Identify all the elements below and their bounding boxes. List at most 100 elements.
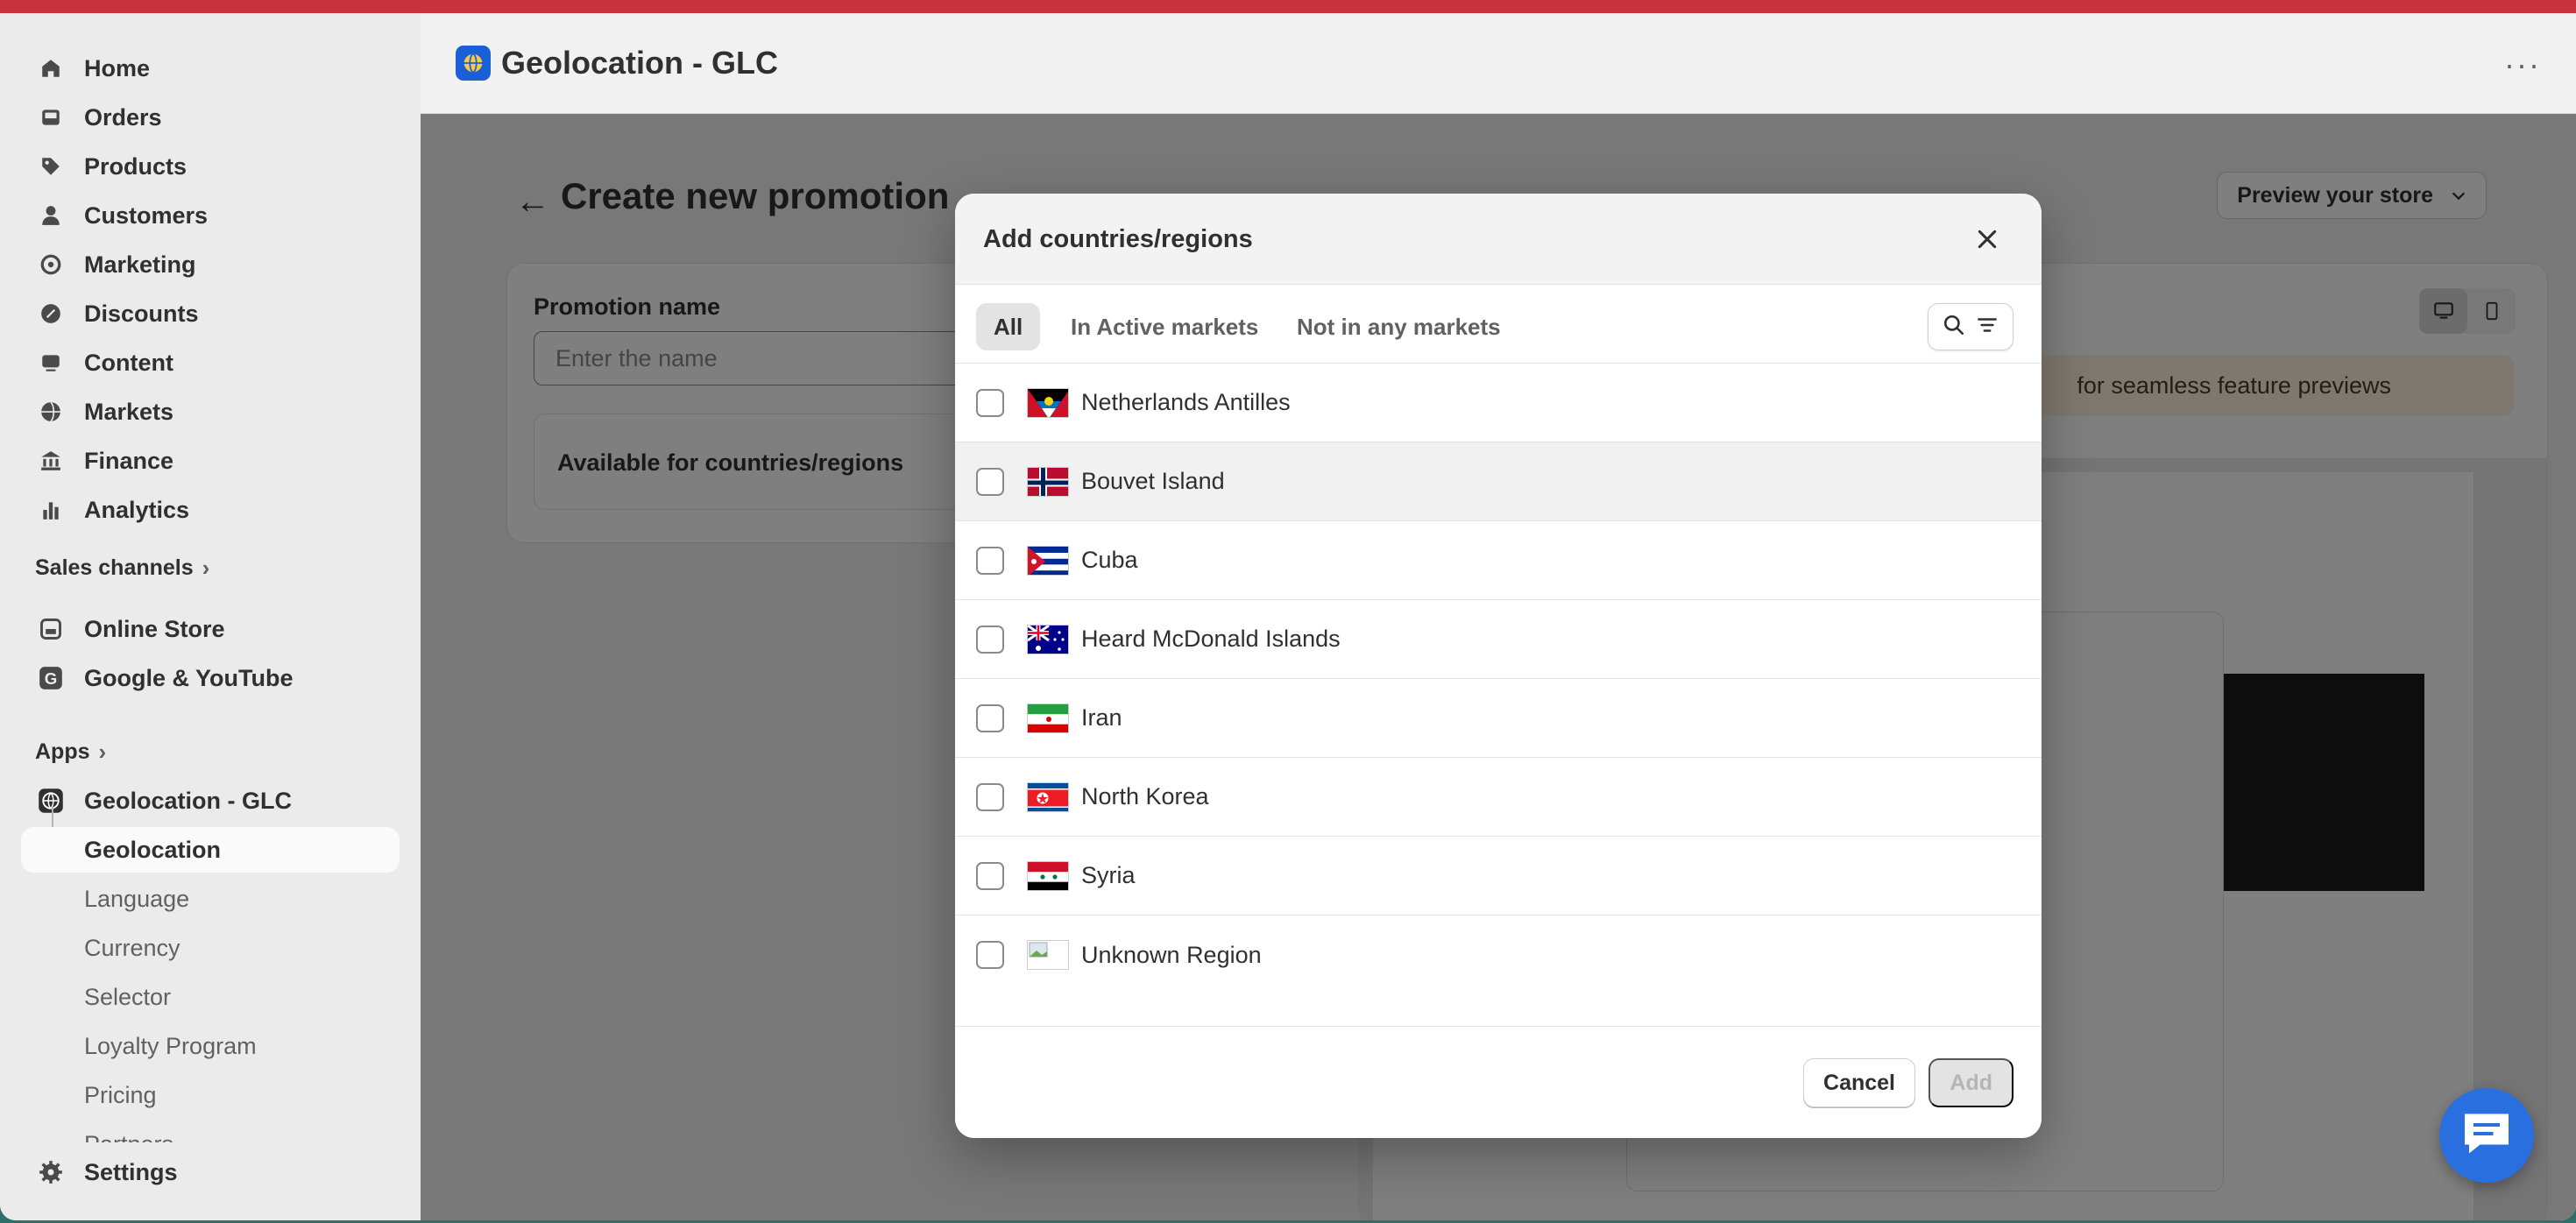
apps-label: Apps xyxy=(35,739,90,764)
sidebar-item-analytics[interactable]: Analytics xyxy=(21,487,400,533)
search-filter-button[interactable] xyxy=(1928,303,2013,350)
checkbox[interactable] xyxy=(976,625,1004,654)
app-globe-icon xyxy=(456,46,491,81)
sidebar-item-label: Finance xyxy=(84,447,174,474)
antigua-flag-icon xyxy=(1027,387,1069,418)
tag-icon xyxy=(37,152,65,180)
sidebar-item-discounts[interactable]: Discounts xyxy=(21,291,400,336)
modal-footer: Cancel Add xyxy=(955,1026,2042,1138)
sidebar-subitem-partners[interactable]: Partners xyxy=(21,1121,400,1143)
gear-icon xyxy=(37,1158,65,1186)
sidebar-item-label: Customers xyxy=(84,201,209,229)
sidebar-subitem-loyalty-program[interactable]: Loyalty Program xyxy=(21,1023,400,1069)
sidebar-item-label: Geolocation - GLC xyxy=(84,787,293,814)
sidebar-item-label: Online Store xyxy=(84,615,225,642)
checkbox[interactable] xyxy=(976,546,1004,575)
australia-flag-icon xyxy=(1027,624,1069,654)
sidebar-item-marketing[interactable]: Marketing xyxy=(21,242,400,287)
sidebar-item-label: Home xyxy=(84,54,151,81)
sidebar-item-label: Selector xyxy=(84,983,172,1010)
home-icon xyxy=(37,54,65,82)
checkbox[interactable] xyxy=(976,467,1004,496)
list-item[interactable]: Iran xyxy=(955,679,2042,758)
modal-title: Add countries/regions xyxy=(983,225,1253,253)
sidebar-subitem-pricing[interactable]: Pricing xyxy=(21,1072,400,1118)
north-korea-flag-icon xyxy=(1027,781,1069,812)
app-title: Geolocation - GLC xyxy=(501,45,779,81)
checkbox[interactable] xyxy=(976,861,1004,890)
sidebar-item-label: Partners xyxy=(84,1131,173,1143)
cuba-flag-icon xyxy=(1027,545,1069,576)
norway-flag-icon xyxy=(1027,466,1069,497)
list-item[interactable]: Netherlands Antilles xyxy=(955,364,2042,442)
chat-support-button[interactable] xyxy=(2439,1088,2534,1183)
sidebar-item-label: Marketing xyxy=(84,251,196,278)
cancel-button[interactable]: Cancel xyxy=(1803,1058,1915,1107)
tab-all[interactable]: All xyxy=(976,303,1041,350)
broken-image-icon xyxy=(1027,940,1069,970)
close-icon[interactable] xyxy=(1973,225,2001,253)
sidebar-clip: Partners xyxy=(21,1121,400,1143)
svg-text:G: G xyxy=(45,669,58,688)
syria-flag-icon xyxy=(1027,860,1069,891)
sidebar-subitem-selector[interactable]: Selector xyxy=(21,974,400,1020)
chevron-right-icon: › xyxy=(98,739,107,765)
list-item[interactable]: Cuba xyxy=(955,521,2042,600)
checkbox[interactable] xyxy=(976,703,1004,732)
tab-not-in-any-markets[interactable]: Not in any markets xyxy=(1279,303,1518,350)
add-button[interactable]: Add xyxy=(1928,1058,2013,1107)
sidebar-subitem-currency[interactable]: Currency xyxy=(21,925,400,971)
sales-channels-heading[interactable]: Sales channels › xyxy=(35,555,209,582)
country-name: Unknown Region xyxy=(1081,941,1262,968)
sidebar-subitem-language[interactable]: Language xyxy=(21,876,400,922)
google-icon: G xyxy=(37,664,65,692)
discount-icon xyxy=(37,300,65,328)
sidebar-item-settings[interactable]: Settings xyxy=(21,1149,400,1195)
tab-in-active-markets[interactable]: In Active markets xyxy=(1053,303,1276,350)
modal-header: Add countries/regions xyxy=(955,194,2042,285)
person-icon xyxy=(37,201,65,230)
list-item[interactable]: Unknown Region xyxy=(955,915,2042,994)
sidebar-item-label: Google & YouTube xyxy=(84,664,294,691)
list-item[interactable]: Heard McDonald Islands xyxy=(955,600,2042,679)
checkbox[interactable] xyxy=(976,388,1004,417)
sidebar-subitem-geolocation[interactable]: Geolocation xyxy=(21,827,400,873)
sidebar-item-geolocation-app[interactable]: Geolocation - GLC xyxy=(21,778,400,824)
list-item[interactable]: Bouvet Island xyxy=(955,442,2042,521)
sidebar-item-label: Products xyxy=(84,152,188,180)
country-name: Syria xyxy=(1081,862,1136,888)
sidebar-item-label: Orders xyxy=(84,103,162,131)
sales-channels-label: Sales channels xyxy=(35,555,194,580)
sidebar-item-google-youtube[interactable]: G Google & YouTube xyxy=(21,655,400,701)
checkbox[interactable] xyxy=(976,782,1004,811)
sidebar-item-products[interactable]: Products xyxy=(21,144,400,189)
country-list: Netherlands Antilles Bouvet Island Cuba … xyxy=(955,364,2042,994)
sidebar-item-home[interactable]: Home xyxy=(21,46,400,91)
sidebar-item-label: Loyalty Program xyxy=(84,1032,257,1059)
bank-icon xyxy=(37,447,65,475)
browser-top-bar xyxy=(0,0,2576,13)
checkbox[interactable] xyxy=(976,941,1004,969)
sidebar-item-label: Analytics xyxy=(84,496,190,523)
sidebar-item-finance[interactable]: Finance xyxy=(21,438,400,484)
inbox-icon xyxy=(37,103,65,131)
sidebar-item-label: Language xyxy=(84,885,190,912)
country-name: Iran xyxy=(1081,704,1122,731)
list-item[interactable]: North Korea xyxy=(955,758,2042,837)
add-countries-modal: Add countries/regions All In Active mark… xyxy=(955,194,2042,1138)
chat-icon xyxy=(2460,1109,2513,1163)
chevron-right-icon: › xyxy=(202,555,210,581)
sidebar-item-orders[interactable]: Orders xyxy=(21,95,400,140)
sidebar-item-online-store[interactable]: Online Store xyxy=(21,606,400,652)
sidebar: Home Orders Products Customers Marketing… xyxy=(0,13,421,1220)
iran-flag-icon xyxy=(1027,703,1069,733)
search-icon xyxy=(1943,314,1965,341)
more-actions-icon[interactable]: ··· xyxy=(2504,46,2541,83)
sidebar-item-content[interactable]: Content xyxy=(21,340,400,385)
apps-heading[interactable]: Apps › xyxy=(35,739,106,766)
list-item[interactable]: Syria xyxy=(955,837,2042,915)
sidebar-item-customers[interactable]: Customers xyxy=(21,193,400,238)
sidebar-item-label: Content xyxy=(84,349,173,376)
sidebar-item-markets[interactable]: Markets xyxy=(21,389,400,435)
sidebar-item-label: Currency xyxy=(84,934,180,961)
